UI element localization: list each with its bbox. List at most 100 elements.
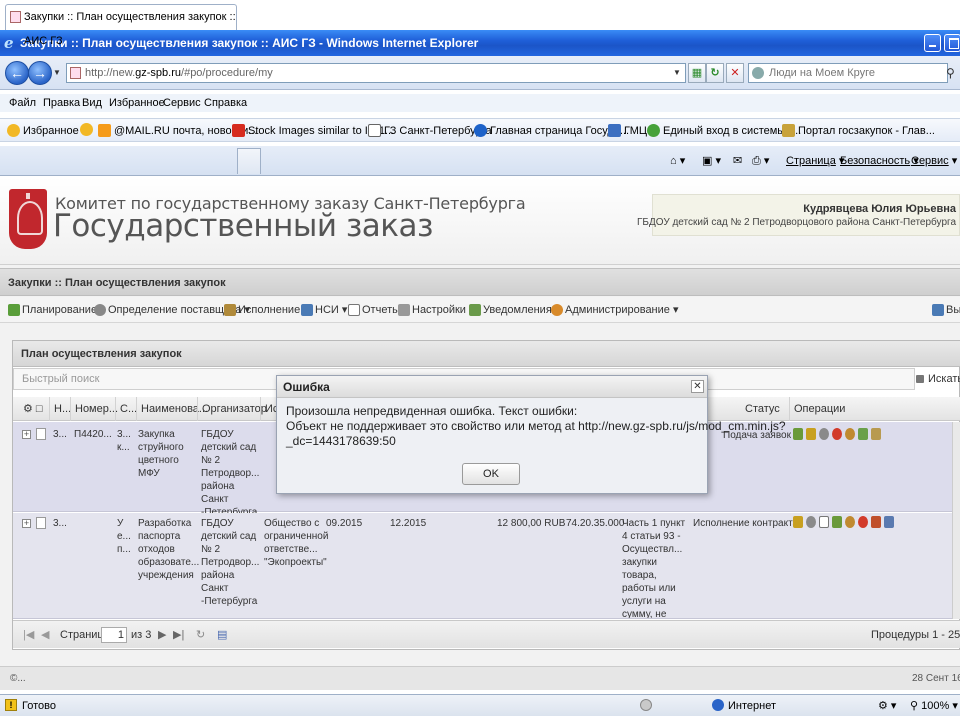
archive-icon[interactable]	[871, 428, 881, 440]
compatibility-view-button[interactable]: ▦	[688, 63, 706, 83]
url-path: /#po/procedure/my	[181, 67, 273, 79]
menu-file[interactable]: Файл	[9, 94, 36, 112]
user-name: Кудрявцева Юлия Юрьевна	[803, 203, 956, 215]
first-page-icon[interactable]: |◀	[23, 621, 34, 649]
copy-icon[interactable]	[819, 428, 829, 440]
stop-button[interactable]: ✕	[726, 63, 744, 83]
column-operations[interactable]: Операции	[789, 397, 869, 421]
row-checkbox[interactable]	[36, 517, 46, 529]
zoom-level: 100%	[921, 700, 950, 712]
add-favorite-icon[interactable]	[80, 119, 93, 143]
menu-edit[interactable]: Правка	[43, 94, 80, 112]
user-organization: ГБДОУ детский сад № 2 Петродворцового ра…	[637, 217, 956, 228]
emblem-icon[interactable]	[845, 428, 855, 440]
chart-icon[interactable]	[806, 428, 816, 440]
menu-notifications[interactable]: Уведомления ▾	[469, 297, 560, 323]
menu-view[interactable]: Вид	[82, 94, 102, 112]
address-dropdown-icon[interactable]: ▼	[670, 66, 684, 80]
back-button[interactable]: ←	[5, 61, 29, 85]
address-bar[interactable]: http://new.gz-spb.ru/#po/procedure/my	[66, 63, 686, 83]
column-n[interactable]: Н...	[49, 397, 71, 421]
expand-icon[interactable]: +	[22, 430, 31, 439]
home-icon[interactable]: ⌂ ▾	[670, 152, 685, 170]
print-icon[interactable]: ⎙ ▾	[752, 152, 769, 170]
app-menu: Планирование ▾ Определение поставщика ▾ …	[0, 297, 960, 323]
fav-item-gmc[interactable]: ГМЦ	[608, 119, 647, 143]
accept-icon[interactable]	[858, 428, 868, 440]
pager-summary: Процедуры 1 - 25 из 66	[871, 629, 960, 641]
menu-help[interactable]: Справка	[204, 94, 247, 112]
search-button[interactable]: Искать	[914, 368, 960, 390]
breadcrumb: Закупки :: План осуществления закупок	[0, 268, 960, 296]
emblem-icon[interactable]	[845, 516, 855, 528]
maximize-button[interactable]	[944, 34, 960, 52]
history-dropdown-icon[interactable]: ▼	[53, 68, 61, 77]
archive-icon[interactable]	[884, 516, 894, 528]
last-page-icon[interactable]: ▶|	[173, 621, 184, 649]
copy-icon[interactable]	[806, 516, 816, 528]
forward-button[interactable]: →	[28, 61, 52, 85]
refresh-icon[interactable]: ↻	[196, 621, 205, 649]
close-icon[interactable]: ✕	[691, 380, 704, 393]
refresh-button[interactable]: ↻	[706, 63, 724, 83]
column-s[interactable]: С...	[115, 397, 137, 421]
cell-s: 3... к...	[117, 429, 131, 453]
menu-favorites[interactable]: Избранное	[109, 94, 165, 112]
supplier-icon	[94, 304, 106, 316]
menu-admin[interactable]: Администрирование ▾	[551, 297, 678, 323]
column-status[interactable]: Статус	[741, 397, 789, 421]
cancel-icon[interactable]	[832, 428, 842, 440]
column-name[interactable]: Наименова...	[136, 397, 208, 421]
users-icon[interactable]	[871, 516, 881, 528]
menu-planning[interactable]: Планирование ▾	[8, 297, 106, 323]
expand-icon[interactable]: +	[22, 519, 31, 528]
row-checkbox[interactable]	[36, 428, 46, 440]
operation-icon[interactable]	[793, 428, 803, 440]
search-input[interactable]: Люди на Моем Круге	[748, 63, 948, 83]
column-select[interactable]: ⚙ □	[19, 397, 47, 421]
ok-button[interactable]: OK	[462, 463, 520, 485]
save-icon[interactable]: ▤	[217, 621, 227, 649]
safety-menu[interactable]: Безопасность ▾	[840, 152, 919, 170]
protected-mode-icon[interactable]: ⚙ ▾	[878, 695, 896, 717]
favorites-button[interactable]: Избранное	[7, 119, 79, 143]
feeds-icon[interactable]: ▣ ▾	[702, 152, 721, 170]
menu-reports[interactable]: Отчеты	[348, 297, 400, 323]
zoom-control[interactable]: ⚲ 100% ▾	[910, 695, 958, 717]
stock-icon	[232, 124, 245, 137]
menu-tools[interactable]: Сервис	[163, 94, 201, 112]
page-number-input[interactable]: 1	[101, 627, 127, 643]
warning-icon[interactable]: !	[5, 699, 17, 711]
browser-tab[interactable]: Закупки :: План осуществления закупок ::…	[5, 4, 237, 47]
mail-icon[interactable]: ✉	[733, 152, 742, 170]
column-organizer[interactable]: Организатор	[197, 397, 267, 421]
menu-execution[interactable]: Исполнение ▾	[224, 297, 309, 323]
minimize-button[interactable]	[924, 34, 941, 52]
login-icon	[647, 124, 660, 137]
fav-item-zakupki[interactable]: Портал госзакупок - Глав...	[782, 119, 935, 143]
next-page-icon[interactable]: ▶	[158, 621, 166, 649]
menu-settings[interactable]: Настройки ▾	[398, 297, 475, 323]
prev-page-icon[interactable]: ◀	[41, 621, 49, 649]
cell-basis: Часть 1 пункт 4 статьи 93 - Осуществл...…	[622, 518, 686, 619]
fav-item-single-login[interactable]: Единый вход в системы т...	[647, 119, 801, 143]
stop-icon[interactable]	[858, 516, 868, 528]
exit-button[interactable]: Вы:	[932, 297, 960, 323]
document-icon[interactable]	[819, 516, 829, 528]
page-menu[interactable]: Страница ▾	[786, 152, 844, 170]
table-row[interactable]: + 3... У е... п... Разработка паспорта о…	[13, 513, 960, 619]
fav-item-gov[interactable]: Главная страница Госуда...	[474, 119, 629, 143]
page-menu-label: Страница	[786, 155, 836, 167]
privacy-icon[interactable]	[640, 699, 652, 711]
menu-label: НСИ	[315, 304, 339, 316]
row-operations	[793, 516, 897, 528]
chart-icon[interactable]	[793, 516, 803, 528]
menu-nsi[interactable]: НСИ ▾	[301, 297, 347, 323]
grid-scrollbar[interactable]	[952, 422, 960, 619]
search-icon[interactable]: ⚲	[946, 63, 960, 83]
tools-menu[interactable]: Сервис ▾	[911, 152, 957, 170]
status-bar: ! Готово Интернет ⚙ ▾ ⚲ 100% ▾	[0, 694, 960, 716]
column-number[interactable]: Номер...	[70, 397, 118, 421]
new-tab-button[interactable]	[237, 148, 261, 174]
edit-icon[interactable]	[832, 516, 842, 528]
